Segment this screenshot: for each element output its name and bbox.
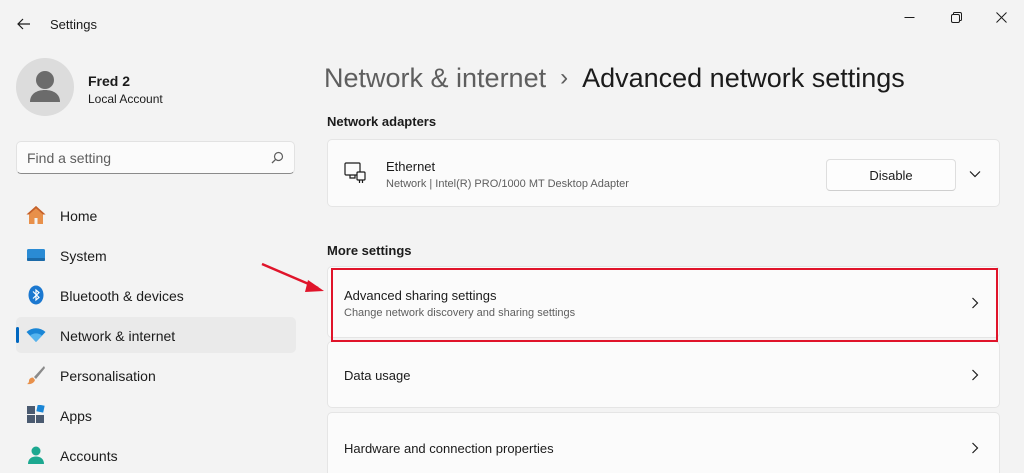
minimize-button[interactable]: [886, 4, 932, 30]
disable-button[interactable]: Disable: [826, 159, 956, 191]
wifi-icon: [25, 324, 47, 346]
breadcrumb-parent[interactable]: Network & internet: [324, 63, 546, 94]
chevron-right-icon: [969, 442, 981, 454]
sidebar-item-system[interactable]: System: [16, 237, 296, 273]
item-title: Hardware and connection properties: [344, 441, 554, 456]
item-title: Data usage: [344, 368, 411, 383]
account-type: Local Account: [88, 92, 163, 106]
adapter-description: Network | Intel(R) PRO/1000 MT Desktop A…: [386, 178, 629, 190]
ethernet-adapter-card[interactable]: Ethernet Network | Intel(R) PRO/1000 MT …: [327, 139, 1000, 207]
chevron-right-icon: [969, 369, 981, 381]
close-button[interactable]: [978, 4, 1024, 30]
data-usage-item[interactable]: Data usage: [327, 341, 1000, 408]
sidebar-item-accounts[interactable]: Accounts: [16, 437, 296, 473]
sidebar-item-label: Bluetooth & devices: [60, 288, 184, 304]
hardware-connection-properties-item[interactable]: Hardware and connection properties: [327, 412, 1000, 473]
restore-icon: [950, 11, 962, 23]
title-bar: Settings: [0, 0, 1024, 48]
avatar[interactable]: [16, 58, 74, 116]
sidebar-item-bluetooth[interactable]: Bluetooth & devices: [16, 277, 296, 313]
sidebar-item-label: System: [60, 248, 107, 264]
sidebar-item-apps[interactable]: Apps: [16, 397, 296, 433]
brush-icon: [25, 364, 47, 386]
sidebar-item-label: Accounts: [60, 448, 118, 464]
selection-indicator: [16, 327, 19, 343]
restore-button[interactable]: [933, 4, 979, 30]
search-icon[interactable]: [271, 151, 284, 169]
sidebar-item-label: Home: [60, 208, 98, 224]
sidebar-item-label: Personalisation: [60, 368, 156, 384]
annotation-arrow-icon: [261, 262, 324, 292]
user-name: Fred 2: [88, 73, 131, 89]
search-input[interactable]: [27, 149, 257, 167]
section-title-adapters: Network adapters: [327, 114, 437, 129]
accounts-icon: [25, 444, 47, 466]
chevron-down-icon[interactable]: [969, 168, 981, 180]
breadcrumb: Network & internet › Advanced network se…: [324, 58, 905, 98]
sidebar-item-label: Apps: [60, 408, 92, 424]
bluetooth-icon: [25, 284, 47, 306]
highlight-box: [331, 268, 998, 342]
user-icon: [30, 71, 60, 102]
page-title: Advanced network settings: [582, 62, 905, 93]
adapter-name: Ethernet: [386, 159, 436, 174]
search-box[interactable]: [16, 141, 295, 174]
breadcrumb-separator: ›: [560, 64, 569, 91]
back-arrow-icon: [17, 18, 30, 30]
minimize-icon: [904, 16, 914, 18]
close-icon: [995, 11, 1007, 23]
sidebar-item-personalisation[interactable]: Personalisation: [16, 357, 296, 393]
sidebar-item-home[interactable]: Home: [16, 197, 296, 233]
sidebar-item-label: Network & internet: [60, 328, 176, 344]
back-button[interactable]: [8, 10, 40, 38]
section-title-more: More settings: [327, 243, 412, 258]
sidebar-item-network[interactable]: Network & internet: [16, 317, 296, 353]
home-icon: [25, 204, 47, 226]
ethernet-icon: [344, 162, 366, 189]
system-icon: [25, 244, 47, 266]
apps-icon: [25, 404, 47, 426]
app-title: Settings: [50, 17, 97, 32]
